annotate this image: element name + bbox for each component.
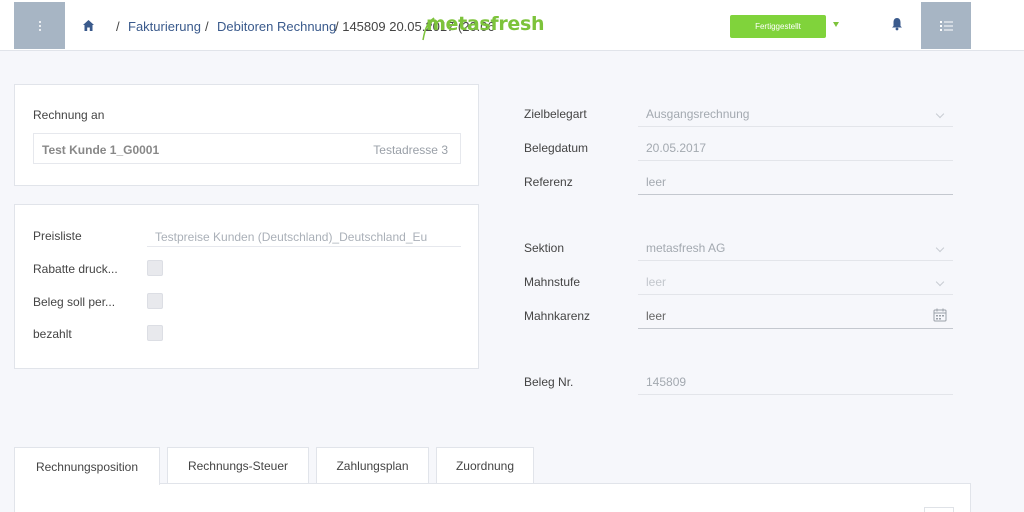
leaf-logo-icon xyxy=(422,17,435,41)
breadcrumb-separator: / xyxy=(116,19,120,34)
zielbelegart-label: Zielbelegart xyxy=(524,107,587,121)
mahnstufe-field[interactable]: leer xyxy=(638,267,953,295)
mahnkarenz-label: Mahnkarenz xyxy=(524,309,591,323)
metasfresh-logo: metasfresh xyxy=(422,13,545,41)
mahnstufe-value: leer xyxy=(646,275,667,289)
top-header: / Fakturierung / Debitoren Rechnung / 14… xyxy=(0,0,1024,51)
zielbelegart-value: Ausgangsrechnung xyxy=(646,107,750,121)
breadcrumb-debitoren-rechnung[interactable]: Debitoren Rechnung xyxy=(217,19,336,34)
referenz-field[interactable]: leer xyxy=(638,167,953,195)
breadcrumb-fakturierung[interactable]: Fakturierung xyxy=(128,19,201,34)
list-icon xyxy=(939,20,953,31)
checkbox-bezahlt[interactable] xyxy=(147,325,163,341)
tab-label: Rechnungsposition xyxy=(35,459,139,474)
tab-zahlungsplan[interactable]: Zahlungsplan xyxy=(316,447,429,484)
side-list-button[interactable] xyxy=(921,2,971,49)
checkbox-beleg[interactable] xyxy=(147,293,163,309)
zielbelegart-field[interactable]: Ausgangsrechnung xyxy=(638,99,953,127)
bell-icon[interactable] xyxy=(891,17,903,31)
calendar-icon[interactable] xyxy=(933,308,947,322)
bill-to-field[interactable]: Test Kunde 1_G0001 Testadresse 3 xyxy=(33,133,461,164)
pricelist-value: Testpreise Kunden (Deutschland)_Deutschl… xyxy=(155,230,428,244)
tab-content-area xyxy=(14,483,971,512)
home-icon[interactable] xyxy=(82,19,95,32)
chevron-down-icon xyxy=(935,277,945,287)
status-dropdown-caret-icon[interactable] xyxy=(833,22,839,27)
tab-rechnungsposition[interactable]: Rechnungsposition xyxy=(14,447,160,485)
belegnr-field: 145809 xyxy=(638,367,953,395)
tab-action-button[interactable] xyxy=(924,507,954,512)
bill-to-panel: Rechnung an Test Kunde 1_G0001 Testadres… xyxy=(14,84,479,186)
referenz-label: Referenz xyxy=(524,175,573,189)
bill-to-address: Testadresse 3 xyxy=(373,143,448,157)
breadcrumb-fakturierung-link[interactable]: Fakturierung xyxy=(128,19,201,34)
breadcrumb-debitoren-link[interactable]: Debitoren Rechnung xyxy=(217,19,336,34)
mahnkarenz-value: leer xyxy=(646,309,667,323)
mahnstufe-label: Mahnstufe xyxy=(524,275,581,289)
checkbox-label-rabatte: Rabatte druck... xyxy=(33,262,118,276)
tab-rechnungs-steuer[interactable]: Rechnungs-Steuer xyxy=(167,447,309,484)
status-label: Fertiggestellt xyxy=(755,22,801,31)
belegdatum-value: 20.05.2017 xyxy=(646,141,707,155)
menu-button[interactable] xyxy=(14,2,65,49)
sektion-value: metasfresh AG xyxy=(646,241,726,255)
sektion-field[interactable]: metasfresh AG xyxy=(638,233,953,261)
document-status-button[interactable]: Fertiggestellt xyxy=(730,15,826,38)
belegnr-label: Beleg Nr. xyxy=(524,375,574,389)
checkbox-label-beleg: Beleg soll per... xyxy=(33,295,116,309)
chevron-down-icon xyxy=(935,243,945,253)
chevron-down-icon xyxy=(935,109,945,119)
referenz-value: leer xyxy=(646,175,667,189)
pricing-panel: Preisliste Testpreise Kunden (Deutschlan… xyxy=(14,204,479,369)
belegnr-value: 145809 xyxy=(646,375,687,389)
tab-label: Rechnungs-Steuer xyxy=(187,458,289,473)
tab-label: Zahlungsplan xyxy=(336,458,409,473)
bill-to-label: Rechnung an xyxy=(33,108,105,122)
belegdatum-field[interactable]: 20.05.2017 xyxy=(638,133,953,161)
pricelist-label: Preisliste xyxy=(33,229,82,243)
sektion-label: Sektion xyxy=(524,241,565,255)
logo-text: metasfresh xyxy=(426,13,545,35)
belegdatum-label: Belegdatum xyxy=(524,141,589,155)
pricelist-field[interactable]: Testpreise Kunden (Deutschland)_Deutschl… xyxy=(147,224,461,247)
bill-to-partner: Test Kunde 1_G0001 xyxy=(42,143,160,157)
breadcrumb-separator: / xyxy=(205,19,209,34)
checkbox-rabatte[interactable] xyxy=(147,260,163,276)
mahnkarenz-field[interactable]: leer xyxy=(638,301,953,329)
vertical-dots-icon xyxy=(38,20,41,31)
tab-label: Zuordnung xyxy=(455,458,515,473)
checkbox-label-bezahlt: bezahlt xyxy=(33,327,72,341)
tab-zuordnung[interactable]: Zuordnung xyxy=(436,447,534,484)
